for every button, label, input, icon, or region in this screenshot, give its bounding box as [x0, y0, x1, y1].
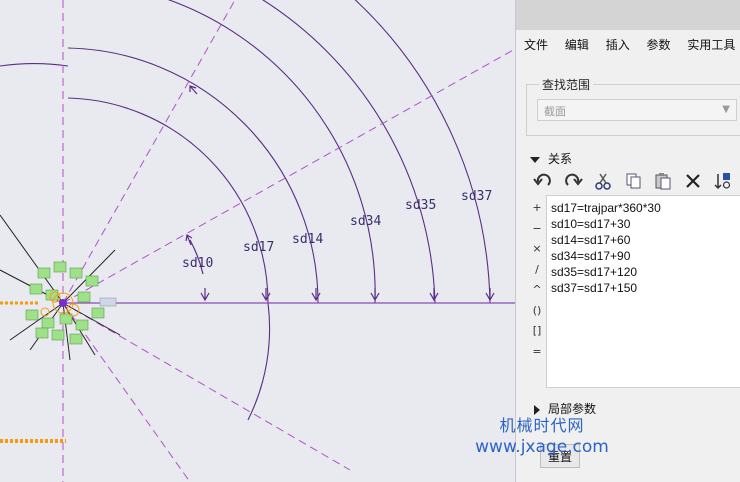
redo-button[interactable] [562, 170, 584, 192]
relations-panel: 文件 编辑 插入 参数 实用工具 查找范围 截面 ▼ 关系 + − × / ^ … [515, 0, 740, 482]
delete-button[interactable] [682, 170, 704, 192]
operator-minus-button[interactable]: − [530, 219, 544, 240]
relations-toolbar [532, 170, 734, 192]
menu-parameters[interactable]: 参数 [647, 38, 671, 52]
arc-r205-lower [247, 302, 271, 421]
dim-label-sd34[interactable]: sd34 [350, 214, 381, 229]
arc-r372 [261, 0, 436, 304]
reset-button[interactable]: 重置 [540, 444, 580, 468]
local-params-label: 局部参数 [548, 402, 597, 416]
dim-label-sd37[interactable]: sd37 [461, 189, 492, 204]
dim-label-sd17[interactable]: sd17 [243, 240, 274, 255]
relation-line[interactable]: sd37=sd17+150 [551, 280, 737, 296]
chevron-down-icon: ▼ [722, 104, 730, 115]
arc-r205 [67, 97, 269, 304]
dim-label-sd10[interactable]: sd10 [182, 256, 213, 271]
redo-icon [565, 173, 583, 186]
relations-section-header[interactable]: 关系 [530, 150, 572, 167]
operator-multiply-button[interactable]: × [530, 239, 544, 260]
arc-r427 [354, 0, 491, 304]
search-scope-value: 截面 [544, 105, 566, 118]
operator-divide-button[interactable]: / [530, 260, 544, 281]
operator-plus-button[interactable]: + [530, 198, 544, 219]
sketch-canvas[interactable]: sd10 sd17 sd14 sd34 sd35 sd37 [0, 0, 515, 482]
menu-file[interactable]: 文件 [524, 38, 548, 52]
diag-centerline-30 [62, 48, 515, 304]
search-scope-select[interactable]: 截面 ▼ [537, 99, 737, 121]
scissors-icon [595, 173, 611, 190]
relation-line[interactable]: sd34=sd17+90 [551, 248, 737, 264]
relation-line[interactable]: sd10=sd17+30 [551, 216, 737, 232]
menu-bar: 文件 编辑 插入 参数 实用工具 [524, 36, 740, 53]
operator-power-button[interactable]: ^ [530, 280, 544, 301]
relations-editor[interactable]: sd17=trajpar*360*30 sd10=sd17+30 sd14=sd… [546, 195, 740, 388]
sort-relations-button[interactable] [712, 170, 734, 192]
menu-insert[interactable]: 插入 [606, 38, 630, 52]
dim-label-sd14[interactable]: sd14 [292, 232, 323, 247]
cut-button[interactable] [592, 170, 614, 192]
copy-button[interactable] [622, 170, 644, 192]
expand-arrow-icon [534, 404, 540, 415]
dialog-titlebar [516, 0, 740, 30]
diag-centerline-down [62, 302, 351, 471]
delete-x-icon [686, 174, 700, 188]
undo-icon [533, 173, 551, 186]
menu-edit[interactable]: 编辑 [565, 38, 589, 52]
operator-brackets-button[interactable]: [] [530, 321, 544, 342]
relation-line[interactable]: sd17=trajpar*360*30 [551, 200, 737, 216]
sort-icon [714, 173, 731, 190]
search-scope-group: 查找范围 截面 ▼ [526, 76, 740, 136]
copy-icon [626, 173, 641, 189]
paste-button[interactable] [652, 170, 674, 192]
relation-line[interactable]: sd14=sd17+60 [551, 232, 737, 248]
menu-utilities[interactable]: 实用工具 [687, 38, 735, 52]
collapse-arrow-icon [530, 156, 540, 163]
local-params-section-header[interactable]: 局部参数 [534, 400, 596, 417]
relations-header-label: 关系 [548, 152, 573, 166]
arc-r312 [167, 0, 376, 304]
search-scope-label: 查找范围 [539, 76, 594, 93]
operator-equals-button[interactable]: = [530, 342, 544, 363]
relation-line[interactable]: sd35=sd17+120 [551, 264, 737, 280]
undo-button[interactable] [532, 170, 554, 192]
paste-icon [655, 173, 671, 190]
operator-tools: + − × / ^ () [] = [530, 198, 544, 362]
dim-label-sd35[interactable]: sd35 [405, 198, 436, 213]
operator-parens-button[interactable]: () [530, 301, 544, 322]
